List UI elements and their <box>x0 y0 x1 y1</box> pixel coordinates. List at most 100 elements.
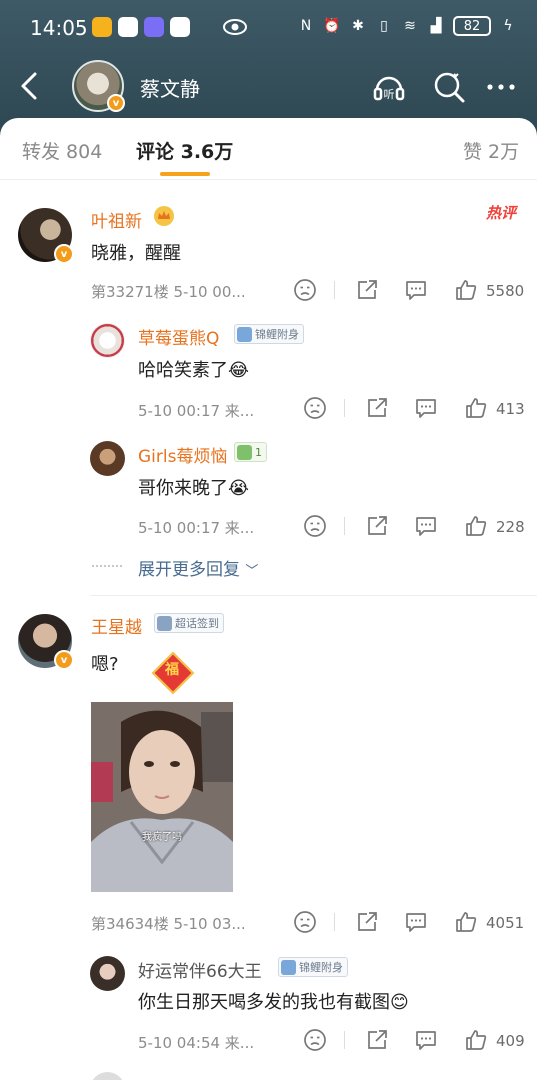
crown-icon <box>154 206 174 226</box>
user-badge: 超话签到 <box>154 613 224 633</box>
listen-icon[interactable]: 听 <box>372 70 406 104</box>
notification-icons <box>92 17 190 37</box>
comment-icon[interactable] <box>404 278 428 302</box>
app-notification-icon <box>144 17 164 37</box>
koi-badge-icon <box>237 326 252 342</box>
comment-icon[interactable] <box>414 396 438 420</box>
like-icon[interactable] <box>464 1028 488 1052</box>
status-bar: 14:05 N ⏰ ✱ ▯ ≋ ▟ 82 ϟ <box>0 0 537 56</box>
reply-username[interactable]: 好运常伴66大王 <box>138 957 262 982</box>
share-icon[interactable] <box>365 514 389 538</box>
like-count: 4051 <box>486 914 525 932</box>
page-title[interactable]: 蔡文静 <box>140 73 200 102</box>
dislike-icon[interactable] <box>293 910 317 934</box>
chat-icon <box>170 17 190 37</box>
charging-icon: ϟ <box>503 18 513 34</box>
like-icon[interactable] <box>464 396 488 420</box>
reply-text: 哈哈笑素了😂 <box>138 360 250 381</box>
like-count: 413 <box>496 400 525 418</box>
back-icon[interactable] <box>16 70 44 102</box>
dislike-icon[interactable] <box>303 514 327 538</box>
like-icon[interactable] <box>454 910 478 934</box>
badge-label: 超话签到 <box>175 617 219 630</box>
tab-repost[interactable]: 转发 804 <box>22 137 102 164</box>
tab-comments[interactable]: 评论 3.6万 <box>136 137 233 164</box>
like-icon[interactable] <box>464 514 488 538</box>
dislike-icon[interactable] <box>303 1028 327 1052</box>
comment-meta: 第34634楼 5-10 03... <box>91 915 246 933</box>
badge-label: 1 <box>255 445 262 459</box>
expand-label: 展开更多回复 <box>138 560 240 580</box>
bluetooth-icon: ✱ <box>352 18 364 34</box>
badge-label: 锦鲤附身 <box>299 961 343 974</box>
dislike-icon[interactable] <box>303 396 327 420</box>
reply-text: 哥你来晚了😭 <box>138 478 250 499</box>
comment-text: 晓雅，醒醒 <box>91 243 181 264</box>
separator <box>344 1031 345 1049</box>
status-time: 14:05 <box>30 16 88 40</box>
comment-icon[interactable] <box>414 1028 438 1052</box>
comment-text: 嗯? <box>91 654 119 675</box>
comment-icon[interactable] <box>414 514 438 538</box>
avatar[interactable] <box>90 956 125 991</box>
badge-label: 锦鲤附身 <box>255 328 299 341</box>
check-in-badge-icon <box>157 615 172 631</box>
nfc-icon: N <box>300 18 312 34</box>
user-badge: 1 <box>234 442 267 462</box>
like-icon[interactable] <box>454 278 478 302</box>
expand-dots <box>92 565 122 567</box>
reply-meta: 5-10 04:54 来... <box>138 1034 255 1052</box>
koi-badge-icon <box>281 959 296 975</box>
expand-replies-link[interactable]: 展开更多回复 ﹀ <box>138 555 258 580</box>
avatar[interactable] <box>90 441 125 476</box>
verified-badge: v <box>107 94 125 112</box>
user-badge: 锦鲤附身 <box>234 324 304 344</box>
verified-badge: v <box>54 244 74 264</box>
alarm-icon: ⏰ <box>323 18 341 34</box>
eye-icon <box>223 19 247 35</box>
tab-likes[interactable]: 赞 2万 <box>463 137 519 164</box>
lotus-badge-icon <box>237 444 252 460</box>
avatar[interactable] <box>90 323 125 358</box>
vibrate-icon: ▯ <box>380 18 388 34</box>
share-icon[interactable] <box>365 396 389 420</box>
svg-text:听: 听 <box>384 88 395 101</box>
comment-image[interactable]: 我疯了吗 <box>91 702 233 892</box>
verified-badge: v <box>54 650 74 670</box>
share-icon[interactable] <box>365 1028 389 1052</box>
status-right-icons: N ⏰ ✱ ▯ ≋ ▟ 82 ϟ <box>297 16 517 36</box>
reply-meta: 5-10 00:17 来... <box>138 402 255 420</box>
chevron-down-icon: ﹀ <box>245 564 259 579</box>
separator <box>334 913 335 931</box>
tab-bar: 转发 804 评论 3.6万 赞 2万 <box>0 118 537 180</box>
more-icon[interactable] <box>484 70 518 104</box>
battery-indicator: 82 <box>453 16 491 36</box>
comment-username[interactable]: 王星越 <box>91 613 142 638</box>
fu-sticker-label: 福 <box>165 662 179 678</box>
like-count: 5580 <box>486 282 525 300</box>
search-icon[interactable] <box>432 70 466 104</box>
reply-username[interactable]: Girls莓烦恼 <box>138 442 227 467</box>
nav-bar: v 蔡文静 听 <box>0 56 537 118</box>
comment-divider <box>90 595 537 596</box>
like-count: 409 <box>496 1032 525 1050</box>
active-tab-indicator <box>160 172 210 176</box>
like-count: 228 <box>496 518 525 536</box>
reply-meta: 5-10 00:17 来... <box>138 519 255 537</box>
avatar[interactable] <box>90 1072 125 1080</box>
share-icon[interactable] <box>355 278 379 302</box>
user-badge: 锦鲤附身 <box>278 957 348 977</box>
comment-meta: 第33271楼 5-10 00... <box>91 283 246 301</box>
reply-text: 你生日那天喝多发的我也有截图😊 <box>138 992 409 1013</box>
hot-comment-label: 热评 <box>486 204 517 222</box>
signal-icon: ▟ <box>430 18 442 34</box>
share-icon[interactable] <box>355 910 379 934</box>
separator <box>344 517 345 535</box>
comment-username[interactable]: 叶祖新 <box>91 207 142 232</box>
comment-icon[interactable] <box>404 910 428 934</box>
reply-username[interactable]: 草莓蛋熊Q <box>138 324 219 349</box>
image-caption: 我疯了吗 <box>142 832 182 843</box>
dislike-icon[interactable] <box>293 278 317 302</box>
selfie-illustration <box>91 702 233 892</box>
comments-sheet: 转发 804 评论 3.6万 赞 2万 v 叶祖新 热评 晓雅，醒醒 第3327… <box>0 118 537 1080</box>
